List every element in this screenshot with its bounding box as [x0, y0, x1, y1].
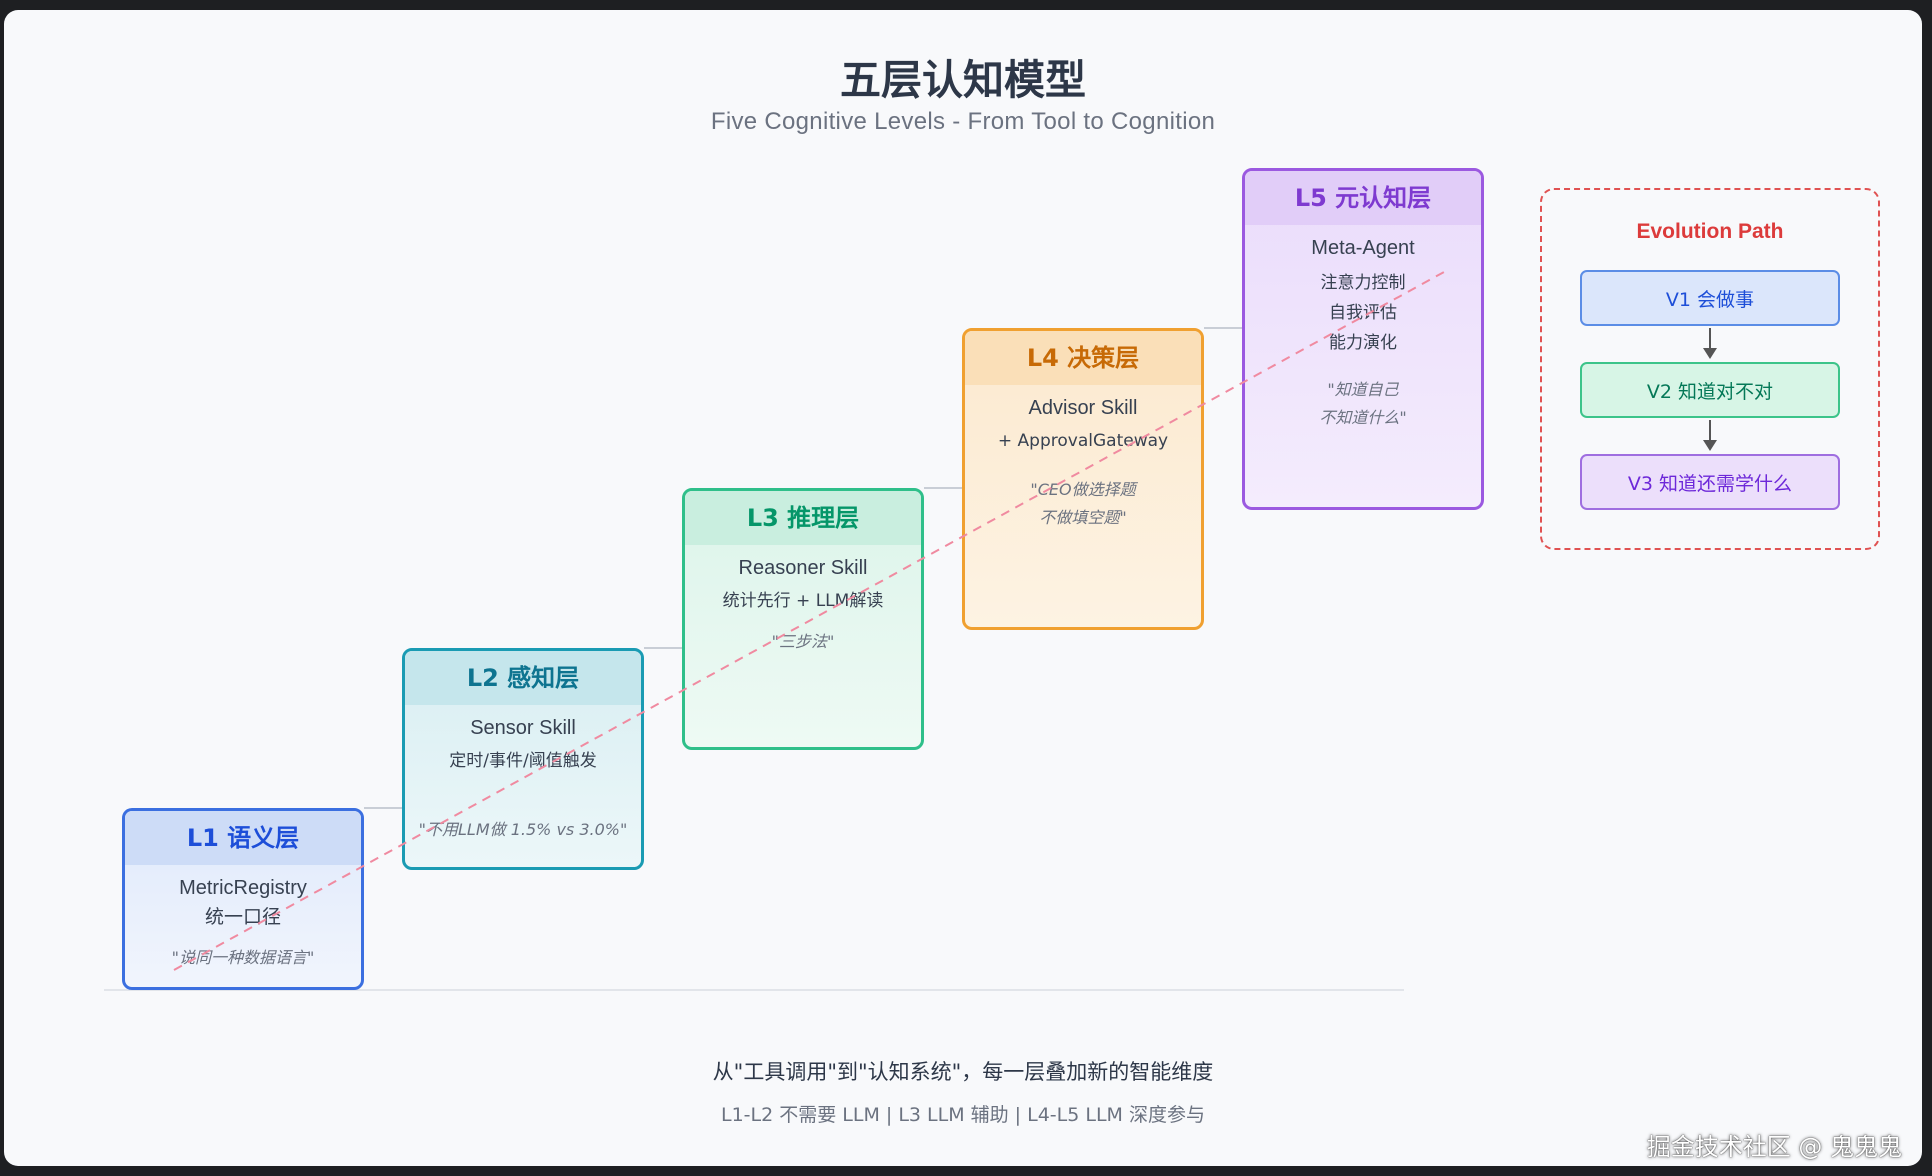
- level-detail-l1: 统一口径: [204, 906, 281, 928]
- diagram-canvas: 五层认知模型 Five Cognitive Levels - From Tool…: [4, 10, 1922, 1166]
- level-quote-l4-line2: 不做填空题": [1039, 508, 1127, 527]
- level-component-l5: Meta-Agent: [1311, 237, 1415, 259]
- level-box-l3: L3 推理层 Reasoner Skill 统计先行 + LLM解读 "三步法": [682, 488, 924, 750]
- level-box-l4: L4 决策层 Advisor Skill + ApprovalGateway "…: [962, 328, 1204, 630]
- level-quote-l5-line2: 不知道什么": [1319, 408, 1407, 427]
- level-box-l1: L1 语义层 MetricRegistry 统一口径 "说同一种数据语言": [122, 808, 364, 990]
- level-header-l2: L2 感知层: [405, 651, 641, 705]
- level-detail-l5-attention: 注意力控制: [1320, 273, 1406, 293]
- level-quote-l1: "说同一种数据语言": [171, 948, 315, 967]
- evolution-step-v1: V1 会做事: [1580, 270, 1840, 326]
- level-detail-l3: 统计先行 + LLM解读: [722, 591, 884, 611]
- level-header-l3: L3 推理层: [685, 491, 921, 545]
- evolution-path-panel: Evolution Path V1 会做事 V2 知道对不对 V3 知道还需学什…: [1540, 188, 1880, 550]
- arrow-down-icon: [1703, 420, 1717, 451]
- level-quote-l5-line1: "知道自己: [1327, 380, 1399, 399]
- level-box-l5: L5 元认知层 Meta-Agent 注意力控制 自我评估 能力演化 "知道自己…: [1242, 168, 1484, 510]
- level-detail-l2: 定时/事件/阈值触发: [449, 751, 597, 771]
- level-header-l5: L5 元认知层: [1245, 171, 1481, 225]
- level-component-l4: Advisor Skill: [1028, 397, 1138, 419]
- evolution-step-v2: V2 知道对不对: [1580, 362, 1840, 418]
- level-detail-l4: + ApprovalGateway: [997, 431, 1169, 451]
- level-component-l1: MetricRegistry: [179, 877, 307, 899]
- evolution-title: Evolution Path: [1636, 220, 1784, 243]
- watermark: 掘金技术社区 @ 鬼鬼鬼: [1646, 1133, 1902, 1161]
- level-header-l4: L4 决策层: [965, 331, 1201, 385]
- level-quote-l4-line1: "CEO做选择题: [1030, 480, 1136, 499]
- level-component-l3: Reasoner Skill: [738, 557, 868, 579]
- arrow-down-icon: [1703, 328, 1717, 359]
- footer-summary: 从"工具调用"到"认知系统"，每一层叠加新的智能维度: [712, 1060, 1214, 1084]
- footer-llm-involvement: L1-L2 不需要 LLM | L3 LLM 辅助 | L4-L5 LLM 深度…: [721, 1104, 1205, 1126]
- level-quote-l2: "不用LLM做 1.5% vs 3.0%": [418, 820, 628, 839]
- level-header-l1: L1 语义层: [125, 811, 361, 865]
- level-detail-l5-self-eval: 自我评估: [1329, 303, 1397, 323]
- level-quote-l3: "三步法": [771, 632, 835, 651]
- level-component-l2: Sensor Skill: [470, 717, 576, 739]
- level-detail-l5-evolution: 能力演化: [1329, 333, 1397, 353]
- evolution-step-v3: V3 知道还需学什么: [1580, 454, 1840, 510]
- level-box-l2: L2 感知层 Sensor Skill 定时/事件/阈值触发 "不用LLM做 1…: [402, 648, 644, 870]
